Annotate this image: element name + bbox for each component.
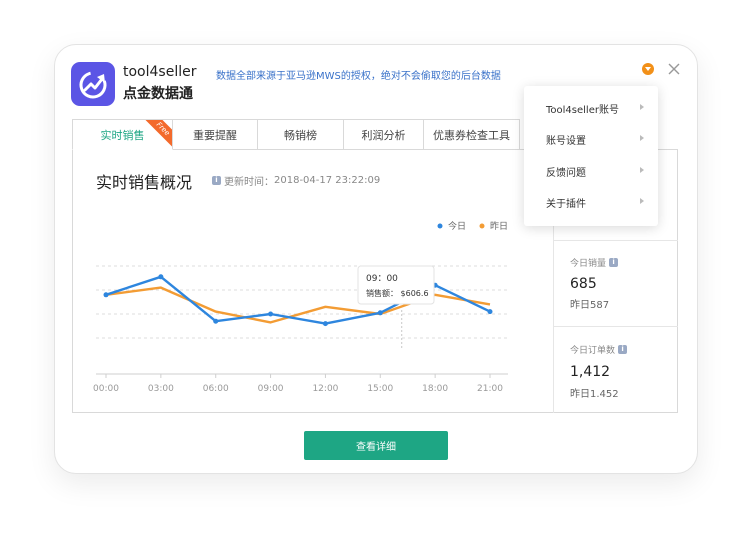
growth-arrow-icon bbox=[79, 71, 107, 99]
data-source-notice: 数据全部来源于亚马逊MWS的授权，绝对不会偷取您的后台数据 bbox=[216, 71, 501, 82]
x-tick-label: 03:00 bbox=[148, 384, 174, 394]
menu-item-feedback[interactable]: 反馈问题 bbox=[546, 164, 644, 179]
info-icon: i bbox=[609, 258, 619, 267]
brand-name: tool4seller bbox=[123, 64, 197, 80]
stats-divider bbox=[553, 326, 678, 327]
view-details-button[interactable]: 查看详细 bbox=[304, 431, 448, 460]
today-orders-label: 今日订单数 i bbox=[570, 343, 628, 356]
x-tick-label: 12:00 bbox=[312, 384, 338, 394]
section-title: 实时销售概况 bbox=[96, 173, 193, 192]
tab-bestsellers[interactable]: 畅销榜 bbox=[257, 119, 344, 150]
update-time-value: 2018-04-17 23:22:09 bbox=[274, 175, 381, 186]
chevron-right-icon bbox=[640, 104, 644, 110]
tab-profit-analysis[interactable]: 利润分析 bbox=[343, 119, 424, 150]
x-tick-label: 09:00 bbox=[258, 384, 284, 394]
data-point bbox=[377, 310, 383, 316]
free-badge: Free bbox=[142, 120, 172, 149]
tab-coupon-checker[interactable]: 优惠券检查工具 bbox=[423, 119, 520, 150]
data-point bbox=[487, 309, 493, 315]
update-time-prefix: 更新时间： bbox=[224, 177, 274, 188]
update-time-row: i 更新时间： 2018-04-17 23:22:09 bbox=[212, 173, 380, 188]
info-icon: i bbox=[212, 176, 221, 185]
tab-label: 畅销榜 bbox=[284, 128, 317, 142]
x-tick-label: 15:00 bbox=[367, 384, 393, 394]
data-point bbox=[213, 318, 219, 324]
info-icon: i bbox=[618, 345, 628, 354]
tab-label: 重要提醒 bbox=[193, 128, 237, 142]
data-point bbox=[322, 321, 328, 327]
legend-marker bbox=[479, 223, 485, 229]
menu-item-account[interactable]: Tool4seller账号 bbox=[546, 101, 644, 116]
today-orders-value: 1,412 bbox=[570, 364, 611, 380]
tab-label: 实时销售 bbox=[100, 128, 145, 142]
brand-subtitle: 点金数据通 bbox=[123, 86, 193, 102]
stats-divider bbox=[553, 240, 678, 241]
tab-realtime-sales[interactable]: 实时销售 Free bbox=[72, 119, 173, 150]
chevron-right-icon bbox=[640, 135, 644, 141]
legend-marker bbox=[437, 223, 443, 229]
data-point bbox=[158, 274, 164, 280]
x-tick-label: 06:00 bbox=[203, 384, 229, 394]
sales-line-chart: 00:00 03:00 06:00 09:00 12:00 15:00 18:00 21:00… bbox=[93, 220, 508, 394]
menu-item-about[interactable]: 关于插件 bbox=[546, 195, 644, 210]
today-sales-label: 今日销量 i bbox=[570, 256, 619, 269]
tab-label: 优惠券检查工具 bbox=[433, 128, 510, 142]
tooltip-value: 销售额： $606.6 bbox=[366, 288, 429, 298]
tab-important-alerts[interactable]: 重要提醒 bbox=[172, 119, 258, 150]
close-icon[interactable] bbox=[666, 61, 682, 77]
data-point bbox=[268, 311, 274, 317]
chevron-right-icon bbox=[640, 167, 644, 173]
brand-logo bbox=[71, 62, 115, 106]
x-tick-label: 21:00 bbox=[477, 384, 503, 394]
chevron-right-icon bbox=[640, 198, 644, 204]
account-dropdown-menu: Tool4seller账号 账号设置 反馈问题 关于插件 bbox=[524, 86, 658, 226]
menu-item-settings[interactable]: 账号设置 bbox=[546, 132, 644, 147]
yesterday-orders: 昨日1.452 bbox=[570, 389, 619, 400]
tab-label: 利润分析 bbox=[361, 128, 406, 142]
yesterday-sales: 昨日587 bbox=[570, 300, 610, 311]
dropdown-toggle-icon[interactable] bbox=[642, 63, 654, 75]
x-tick-label: 00:00 bbox=[93, 384, 119, 394]
today-sales-value: 685 bbox=[570, 276, 597, 292]
x-tick-label: 18:00 bbox=[422, 384, 448, 394]
legend-label: 昨日 bbox=[490, 220, 508, 232]
legend-label: 今日 bbox=[448, 220, 466, 232]
data-point bbox=[103, 292, 109, 298]
tooltip-time: 09：00 bbox=[366, 274, 398, 284]
chart-tooltip bbox=[357, 265, 435, 305]
